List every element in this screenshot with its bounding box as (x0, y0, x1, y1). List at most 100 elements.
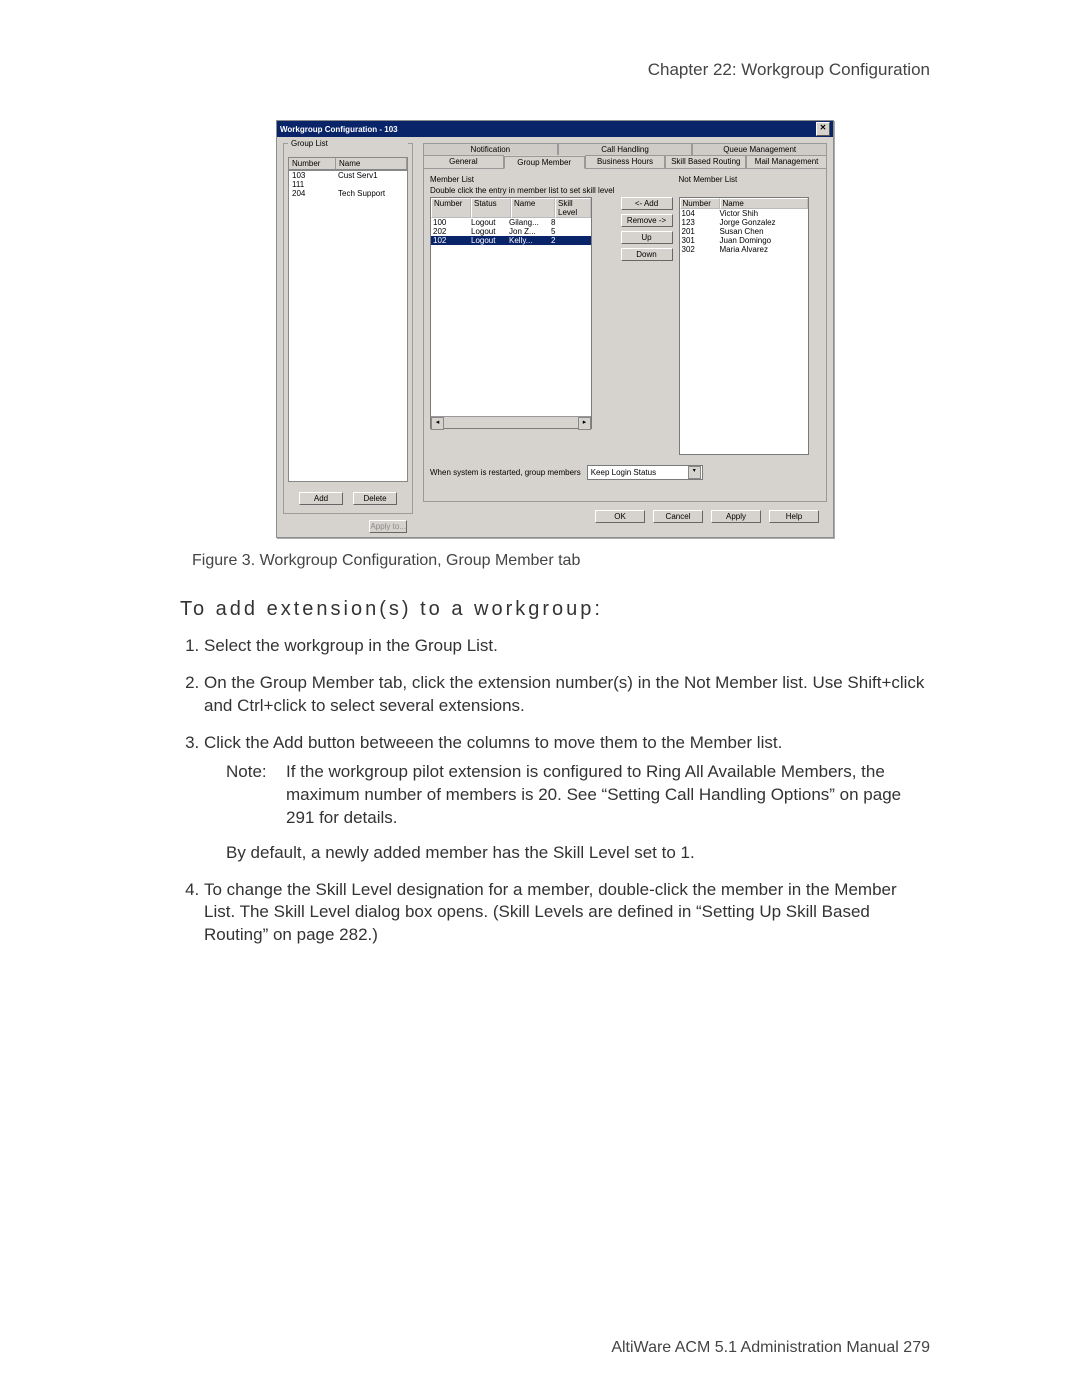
group-member-tab-content: Member List Double click the entry in me… (423, 168, 827, 502)
group-delete-button[interactable]: Delete (353, 492, 397, 505)
cell-number: 301 (680, 236, 718, 245)
cell-number: 102 (431, 236, 469, 245)
group-list-col-number[interactable]: Number (289, 158, 336, 169)
tab-general[interactable]: General (423, 155, 504, 168)
group-add-button[interactable]: Add (299, 492, 343, 505)
nm-row[interactable]: 301 Juan Domingo (680, 236, 808, 245)
cell-name: Kelly... (507, 236, 549, 245)
cell-name: Gilang... (507, 218, 549, 227)
group-list-row[interactable]: 111 (289, 180, 407, 189)
not-member-list[interactable]: Number Name 104 Victor Shih 123 Jorge Go… (679, 197, 809, 455)
tab-business-hours[interactable]: Business Hours (585, 155, 666, 168)
restart-label: When system is restarted, group members (430, 468, 581, 477)
tab-group-member[interactable]: Group Member (504, 156, 585, 169)
close-icon[interactable]: ✕ (816, 122, 830, 136)
col-name[interactable]: Name (720, 198, 808, 209)
col-name[interactable]: Name (511, 198, 555, 218)
tab-call-handling[interactable]: Call Handling (558, 143, 693, 155)
cell-number: 204 (289, 189, 335, 198)
group-list-panel: Group List Number Name 103 Cust Serv1 11… (283, 143, 413, 531)
cell-number: 104 (680, 209, 718, 218)
step-item: Select the workgroup in the Group List. (204, 635, 930, 658)
step3-text: Click the Add button betweeen the column… (204, 733, 782, 752)
member-list-block: Member List Double click the entry in me… (430, 175, 615, 429)
cell-status: Logout (469, 218, 507, 227)
move-buttons: <- Add Remove -> Up Down (621, 197, 673, 261)
manual-page: Chapter 22: Workgroup Configuration Work… (0, 0, 1080, 1397)
member-list-hscrollbar[interactable]: ◂ ▸ (431, 416, 591, 428)
cell-name: Susan Chen (718, 227, 808, 236)
ok-button[interactable]: OK (595, 510, 645, 523)
page-footer: AltiWare ACM 5.1 Administration Manual 2… (0, 1339, 930, 1357)
tabs-front-row: General Group Member Business Hours Skil… (423, 155, 827, 168)
tab-queue-management[interactable]: Queue Management (692, 143, 827, 155)
tabs-back-row: Notification Call Handling Queue Managem… (423, 143, 827, 155)
group-list-header: Number Name (288, 157, 408, 170)
default-line: By default, a newly added member has the… (226, 842, 930, 865)
group-list-col-name[interactable]: Name (336, 158, 407, 169)
tab-skill-routing[interactable]: Skill Based Routing (665, 155, 746, 168)
group-list-row[interactable]: 204 Tech Support (289, 189, 407, 198)
nm-row[interactable]: 201 Susan Chen (680, 227, 808, 236)
cell-number: 202 (431, 227, 469, 236)
step-item: On the Group Member tab, click the exten… (204, 672, 930, 718)
group-list-row[interactable]: 103 Cust Serv1 (289, 171, 407, 180)
steps-list: Select the workgroup in the Group List. … (180, 635, 930, 947)
group-list-legend: Group List (288, 139, 408, 148)
scroll-right-icon[interactable]: ▸ (578, 417, 591, 430)
not-member-label: Not Member List (679, 175, 809, 184)
dialog-footer: OK Cancel Apply Help (423, 502, 827, 531)
cancel-button[interactable]: Cancel (653, 510, 703, 523)
help-button[interactable]: Help (769, 510, 819, 523)
apply-to-button[interactable]: Apply to... (369, 520, 407, 533)
member-row-selected[interactable]: 102 Logout Kelly... 2 (431, 236, 591, 245)
cell-name: Juan Domingo (718, 236, 808, 245)
dialog-title: Workgroup Configuration - 103 (280, 125, 398, 134)
member-list[interactable]: Number Status Name Skill Level 100 Logou… (430, 197, 592, 429)
nm-row[interactable]: 123 Jorge Gonzalez (680, 218, 808, 227)
cell-status: Logout (469, 236, 507, 245)
cell-number: 100 (431, 218, 469, 227)
remove-member-button[interactable]: Remove -> (621, 214, 673, 227)
chevron-down-icon[interactable]: ▾ (688, 466, 701, 479)
cell-number: 201 (680, 227, 718, 236)
restart-combo[interactable]: Keep Login Status ▾ (587, 465, 703, 480)
not-member-header: Number Name (680, 198, 808, 209)
tab-panel: Notification Call Handling Queue Managem… (423, 143, 827, 531)
add-member-button[interactable]: <- Add (621, 197, 673, 210)
cell-number: 103 (289, 171, 335, 180)
col-number[interactable]: Number (431, 198, 471, 218)
note-label: Note: (226, 761, 286, 830)
col-number[interactable]: Number (680, 198, 720, 209)
scroll-left-icon[interactable]: ◂ (431, 417, 444, 430)
restart-row: When system is restarted, group members … (430, 465, 820, 480)
figure-caption: Figure 3. Workgroup Configuration, Group… (192, 552, 930, 570)
cell-status: Logout (469, 227, 507, 236)
member-list-header: Number Status Name Skill Level (431, 198, 591, 218)
nm-row[interactable]: 302 Maria Alvarez (680, 245, 808, 254)
member-row[interactable]: 202 Logout Jon Z... 5 (431, 227, 591, 236)
tab-mail-mgmt[interactable]: Mail Management (746, 155, 827, 168)
cell-name: Tech Support (335, 189, 407, 198)
cell-skill: 2 (549, 236, 591, 245)
cell-skill: 8 (549, 218, 591, 227)
col-skilllevel[interactable]: Skill Level (555, 198, 591, 218)
section-heading: To add extension(s) to a workgroup: (180, 598, 930, 621)
dialog-titlebar: Workgroup Configuration - 103 ✕ (277, 121, 833, 137)
apply-button[interactable]: Apply (711, 510, 761, 523)
move-up-button[interactable]: Up (621, 231, 673, 244)
tab-notification[interactable]: Notification (423, 143, 558, 155)
move-down-button[interactable]: Down (621, 248, 673, 261)
cell-name: Victor Shih (718, 209, 808, 218)
cell-number: 302 (680, 245, 718, 254)
col-status[interactable]: Status (471, 198, 511, 218)
step-item: Click the Add button betweeen the column… (204, 732, 930, 865)
cell-number: 111 (289, 180, 335, 189)
group-list[interactable]: 103 Cust Serv1 111 204 Tech Support (288, 170, 408, 482)
member-row[interactable]: 100 Logout Gilang... 8 (431, 218, 591, 227)
workgroup-config-dialog: Workgroup Configuration - 103 ✕ Group Li… (276, 120, 834, 538)
cell-number: 123 (680, 218, 718, 227)
restart-value: Keep Login Status (591, 468, 656, 477)
nm-row[interactable]: 104 Victor Shih (680, 209, 808, 218)
cell-name: Maria Alvarez (718, 245, 808, 254)
